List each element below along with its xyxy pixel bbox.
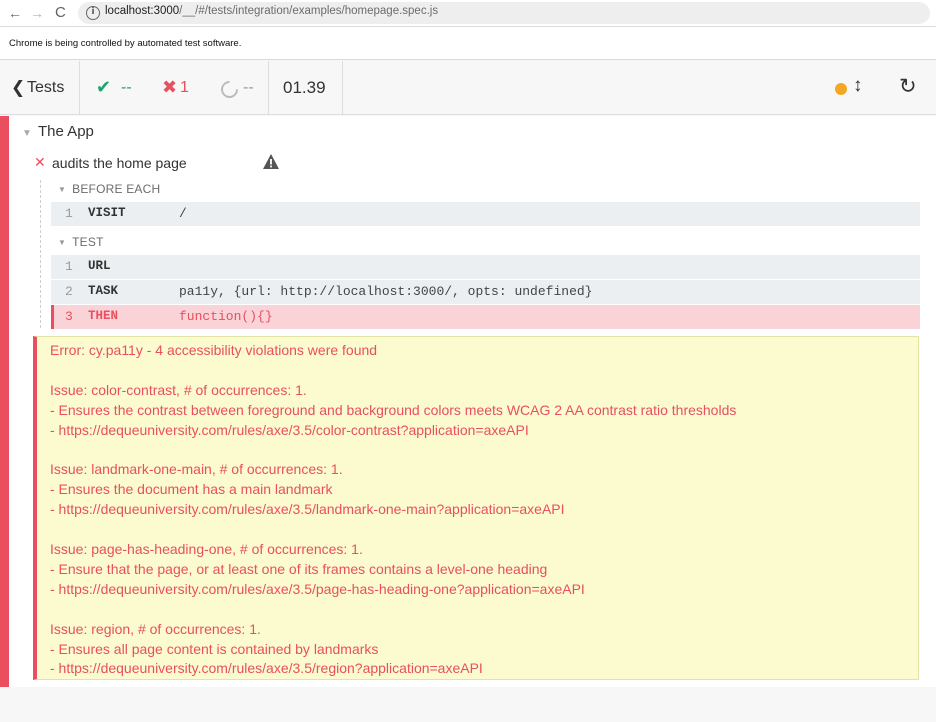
test-title[interactable]: audits the home page	[52, 155, 187, 171]
command-number: 1	[65, 206, 73, 221]
hook-title-before-each[interactable]: ▼ BEFORE EACH	[58, 182, 160, 196]
command-row[interactable]: 1 URL	[51, 255, 920, 279]
error-line: Issue: region, # of occurrences: 1.	[50, 620, 261, 637]
command-name: TASK	[88, 284, 119, 298]
error-line: Issue: landmark-one-main, # of occurrenc…	[50, 461, 343, 478]
hooks-guide-line	[40, 180, 41, 328]
url-text[interactable]: localhost:3000/__/#/tests/integration/ex…	[105, 5, 438, 17]
failed-state-bar	[0, 116, 9, 687]
failed-count: 1	[180, 79, 189, 96]
caret-down-icon: ▼	[58, 185, 67, 194]
automation-banner: Chrome is being controlled by automated …	[0, 27, 936, 60]
url-path: /__/#/tests/integration/examples/homepag…	[179, 5, 439, 17]
header-divider	[342, 61, 343, 115]
circle-notch-icon	[217, 77, 242, 102]
command-row[interactable]: 1 VISIT /	[51, 202, 920, 226]
command-row-failed[interactable]: 3 THEN function(){}	[51, 305, 920, 329]
check-icon: ✔	[96, 77, 112, 97]
reporter-footer	[0, 687, 936, 722]
caret-down-icon[interactable]: ▼	[22, 128, 32, 139]
command-row[interactable]: 2 TASK pa11y, {url: http://localhost:300…	[51, 280, 920, 304]
error-line: - Ensure that the page, or at least one …	[50, 560, 548, 577]
error-line: - Ensures the contrast between foregroun…	[50, 401, 737, 418]
command-name: THEN	[88, 309, 119, 323]
suite-title[interactable]: The App	[38, 123, 94, 140]
error-message-box[interactable]: Error: cy.pa11y - 4 accessibility violat…	[33, 336, 919, 680]
caret-down-icon: ▼	[58, 238, 67, 247]
passed-count: --	[121, 79, 132, 96]
header-divider	[268, 61, 269, 115]
command-number: 1	[65, 259, 73, 274]
reporter-runnables: ▼ The App ✕ audits the home page ▼ BEFORE…	[0, 116, 936, 687]
url-host: localhost:3000	[105, 5, 180, 17]
x-icon: ✖	[162, 77, 178, 97]
back-arrow-icon[interactable]: ←	[8, 4, 22, 22]
error-line: Error: cy.pa11y - 4 accessibility violat…	[50, 342, 378, 358]
chevron-left-icon: ❮	[11, 78, 26, 97]
tests-button-label: Tests	[27, 79, 65, 96]
error-line: - https://dequeuniversity.com/rules/axe/…	[50, 501, 565, 518]
reload-icon[interactable]: C	[55, 4, 66, 22]
address-bar[interactable]: i localhost:3000/__/#/tests/integration/…	[78, 2, 930, 24]
command-message: /	[179, 206, 187, 221]
warning-icon	[263, 154, 279, 169]
error-line: Issue: page-has-heading-one, # of occurr…	[50, 541, 363, 557]
tests-button[interactable]: ❮ Tests	[0, 61, 80, 115]
error-line: Issue: color-contrast, # of occurrences:…	[50, 381, 307, 398]
running-indicator	[835, 83, 847, 95]
error-line: - https://dequeuniversity.com/rules/axe/…	[50, 660, 483, 677]
reporter-header: ❮ Tests ✔ -- ✖ 1 -- 01.39 ↕ ↻	[0, 61, 936, 115]
command-name: VISIT	[88, 206, 126, 220]
command-name: URL	[88, 259, 111, 273]
error-line: - Ensures the document has a main landma…	[50, 481, 333, 498]
hook-title-test[interactable]: ▼ TEST	[58, 235, 104, 249]
command-message: function(){}	[179, 309, 273, 324]
hook-title-label: BEFORE EACH	[72, 182, 161, 196]
error-line: - https://dequeuniversity.com/rules/axe/…	[50, 580, 585, 597]
browser-toolbar: ← → C i localhost:3000/__/#/tests/integr…	[0, 0, 936, 27]
scroll-arrows-icon[interactable]: ↕	[853, 75, 863, 97]
pending-count: --	[243, 79, 254, 96]
error-line: - Ensures all page content is contained …	[50, 640, 379, 657]
info-icon[interactable]: i	[86, 6, 100, 20]
hook-title-label: TEST	[72, 235, 104, 249]
command-number: 3	[65, 309, 73, 324]
automation-banner-text: Chrome is being controlled by automated …	[9, 38, 242, 49]
error-line: - https://dequeuniversity.com/rules/axe/…	[50, 421, 529, 438]
forward-arrow-icon[interactable]: →	[30, 4, 44, 22]
duration: 01.39	[283, 78, 326, 97]
command-message: pa11y, {url: http://localhost:3000/, opt…	[179, 284, 593, 299]
x-icon: ✕	[34, 154, 46, 170]
restart-icon[interactable]: ↻	[899, 74, 917, 99]
command-number: 2	[65, 284, 73, 299]
